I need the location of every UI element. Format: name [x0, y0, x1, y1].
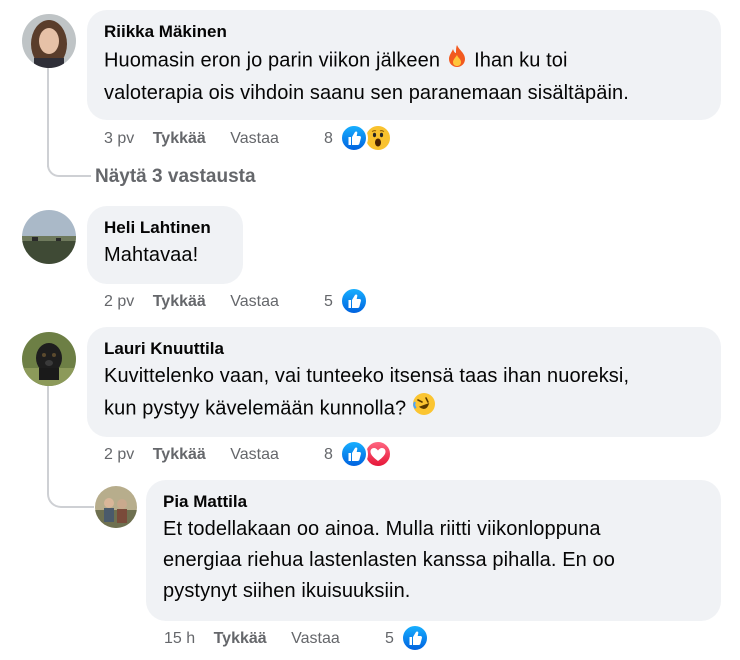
- avatar-pia[interactable]: [95, 486, 137, 528]
- comment-text-part: Huomasin eron jo parin viikon jälkeen: [104, 49, 441, 72]
- comment-text: Kuvittelenko vaan, vai tunteeko itsensä …: [104, 361, 705, 426]
- comment-author[interactable]: Riikka Mäkinen: [104, 20, 705, 44]
- thread-line-lauri-curve: [47, 488, 94, 508]
- comment-text: Huomasin eron jo parin viikon jälkeen Iha…: [104, 44, 705, 109]
- comment-text-line: energiaa riehua lastenlasten kanssa piha…: [163, 549, 615, 571]
- reply-button[interactable]: Vastaa: [230, 130, 279, 147]
- comment-text-line: valoterapia ois vihdoin saanu sen parane…: [104, 82, 629, 104]
- avatar-heli[interactable]: [22, 210, 76, 264]
- comment-meta-pia: 15 h Tykkää Vastaa: [164, 629, 340, 649]
- comment-bubble-pia: Pia Mattila Et todellakaan oo ainoa. Mul…: [146, 480, 721, 621]
- comment-bubble-lauri: Lauri Knuuttila Kuvittelenko vaan, vai t…: [87, 327, 721, 437]
- thread-line-riikka-curve: [47, 165, 91, 177]
- reply-button[interactable]: Vastaa: [230, 293, 279, 310]
- comment-text: Et todellakaan oo ainoa. Mulla riitti vi…: [163, 514, 705, 607]
- thread-line-lauri: [47, 386, 49, 490]
- like-button[interactable]: Tykkää: [153, 446, 206, 463]
- like-icon[interactable]: [340, 124, 368, 152]
- comment-text: Mahtavaa!: [104, 244, 199, 266]
- comment-meta-riikka: 3 pv Tykkää Vastaa: [104, 129, 279, 149]
- reaction-count[interactable]: 8: [324, 129, 333, 149]
- reaction-count[interactable]: 5: [324, 292, 333, 312]
- comment-time[interactable]: 3 pv: [104, 130, 134, 147]
- reply-button[interactable]: Vastaa: [291, 630, 340, 647]
- comment-text-line: Kuvittelenko vaan, vai tunteeko itsensä …: [104, 365, 630, 387]
- comment-meta-heli: 2 pv Tykkää Vastaa: [104, 292, 279, 312]
- comment-author[interactable]: Heli Lahtinen: [104, 216, 227, 240]
- like-button[interactable]: Tykkää: [153, 293, 206, 310]
- comment-text-part: Ihan ku toi: [474, 49, 568, 72]
- reaction-count[interactable]: 5: [385, 629, 394, 649]
- rofl-icon: [412, 392, 436, 426]
- comment-text-line: Et todellakaan oo ainoa. Mulla riitti vi…: [163, 518, 601, 540]
- comment-meta-lauri: 2 pv Tykkää Vastaa: [104, 445, 279, 465]
- wow-icon[interactable]: [364, 124, 392, 152]
- like-button[interactable]: Tykkää: [214, 630, 267, 647]
- comment-time[interactable]: 15 h: [164, 630, 195, 647]
- thread-line-riikka: [47, 68, 49, 167]
- fire-icon: [446, 44, 468, 78]
- show-replies-link[interactable]: Näytä 3 vastausta: [95, 165, 256, 189]
- comment-text-line: pystynyt siihen ikuisuuksiin.: [163, 580, 411, 602]
- comment-time[interactable]: 2 pv: [104, 446, 134, 463]
- comment-bubble-riikka: Riikka Mäkinen Huomasin eron jo parin vi…: [87, 10, 721, 120]
- like-icon[interactable]: [401, 624, 429, 652]
- comment-author[interactable]: Lauri Knuuttila: [104, 337, 705, 361]
- avatar-lauri[interactable]: [22, 332, 76, 386]
- comment-bubble-heli: Heli Lahtinen Mahtavaa!: [87, 206, 243, 284]
- like-icon[interactable]: [340, 287, 368, 315]
- reaction-count[interactable]: 8: [324, 445, 333, 465]
- love-icon[interactable]: [364, 440, 392, 468]
- comment-author[interactable]: Pia Mattila: [163, 490, 705, 514]
- avatar-riikka[interactable]: [22, 14, 76, 68]
- like-button[interactable]: Tykkää: [153, 130, 206, 147]
- comment-time[interactable]: 2 pv: [104, 293, 134, 310]
- comment-text-line: kun pystyy kävelemään kunnolla?: [104, 397, 407, 420]
- like-icon[interactable]: [340, 440, 368, 468]
- reply-button[interactable]: Vastaa: [230, 446, 279, 463]
